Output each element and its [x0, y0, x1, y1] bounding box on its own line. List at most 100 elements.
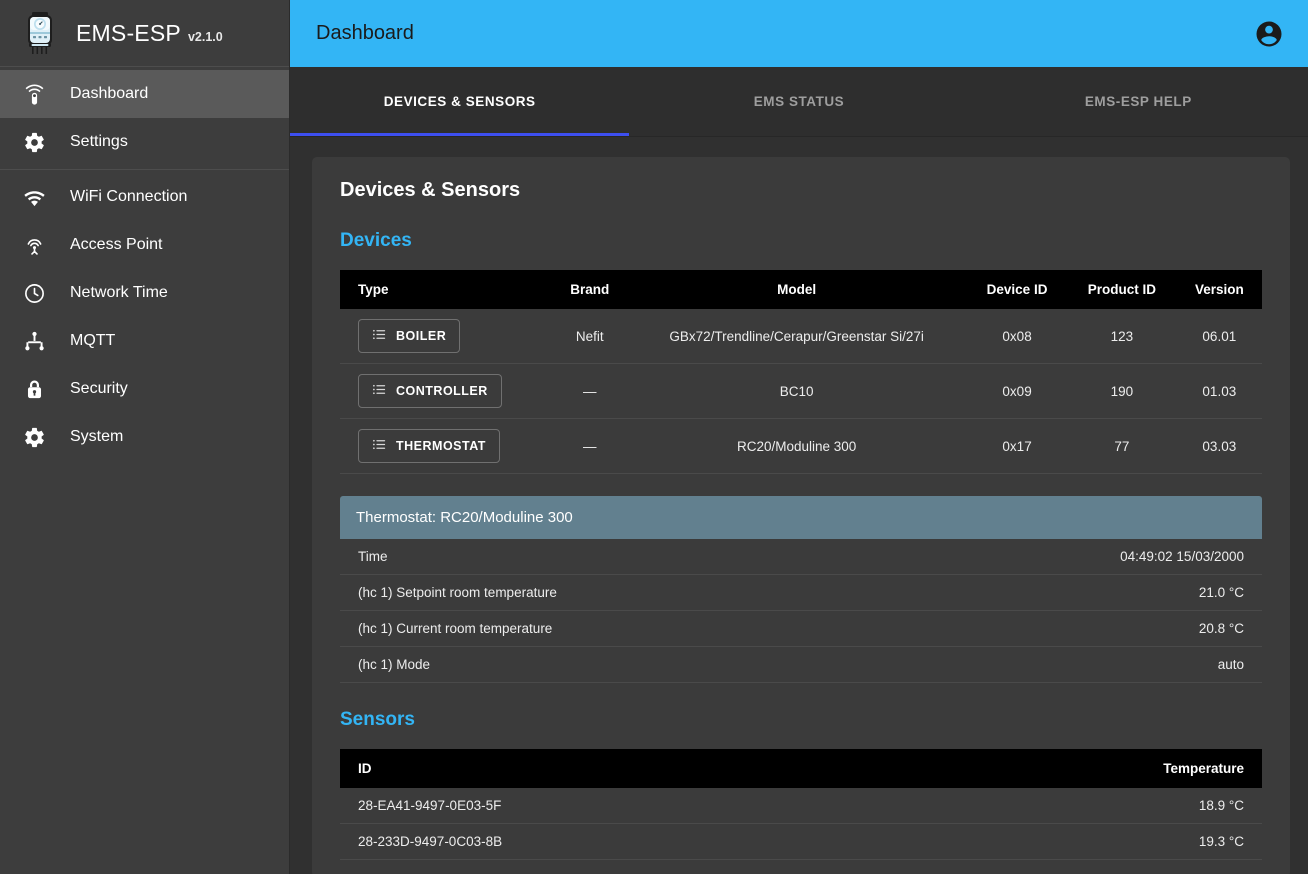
sidebar-item-settings[interactable]: Settings [0, 118, 289, 166]
list-icon [372, 382, 387, 400]
lock-icon [14, 377, 54, 401]
device-product-id-cell: 123 [1067, 309, 1176, 364]
brand-header: EMS-ESP v2.1.0 [0, 0, 289, 67]
column-header-product-id: Product ID [1067, 270, 1176, 309]
content-area: Devices & Sensors Devices Type Brand Mod… [290, 137, 1308, 874]
sidebar-primary-group: Dashboard Settings [0, 67, 289, 169]
sidebar-secondary-group: WiFi Connection Access Point [0, 170, 289, 464]
device-model-cell: RC20/Moduline 300 [626, 419, 967, 474]
gear-icon [14, 130, 54, 154]
devices-section-heading: Devices [340, 230, 1262, 252]
sidebar-item-label: System [70, 428, 123, 446]
sensors-table-header-row: ID Temperature [340, 749, 1262, 788]
device-product-id-cell: 77 [1067, 419, 1176, 474]
device-version-cell: 01.03 [1177, 364, 1262, 419]
sidebar-item-network-time[interactable]: Network Time [0, 269, 289, 317]
tab-ems-esp-help[interactable]: EMS-ESP HELP [969, 67, 1308, 136]
devices-table-header-row: Type Brand Model Device ID Product ID Ve… [340, 270, 1262, 309]
thermostat-row-value: 04:49:02 15/03/2000 [1120, 549, 1244, 564]
device-model-cell: GBx72/Trendline/Cerapur/Greenstar Si/27i [626, 309, 967, 364]
thermostat-row-value: 20.8 °C [1199, 621, 1244, 636]
gear-icon [14, 425, 54, 449]
table-row: 28-EA41-9497-0E03-5F 18.9 °C [340, 788, 1262, 824]
wifi-icon [14, 185, 54, 209]
device-type-cell: CONTROLLER [340, 364, 553, 419]
device-type-label: CONTROLLER [396, 384, 488, 398]
sidebar-item-label: Access Point [70, 236, 162, 254]
device-type-label: BOILER [396, 329, 446, 343]
sidebar-item-label: Settings [70, 133, 128, 151]
devices-sensors-card: Devices & Sensors Devices Type Brand Mod… [312, 157, 1290, 874]
tab-ems-status[interactable]: EMS STATUS [629, 67, 968, 136]
table-row: CONTROLLER — BC10 0x09 190 01.03 [340, 364, 1262, 419]
device-type-button-controller[interactable]: CONTROLLER [358, 374, 502, 408]
sensor-temperature-cell: 18.9 °C [905, 788, 1262, 824]
thermostat-row-value: auto [1218, 657, 1244, 672]
app-bar: Dashboard [290, 0, 1308, 67]
devices-table: Type Brand Model Device ID Product ID Ve… [340, 270, 1262, 474]
device-type-cell: THERMOSTAT [340, 419, 553, 474]
device-brand-cell: Nefit [553, 309, 626, 364]
device-type-button-thermostat[interactable]: THERMOSTAT [358, 429, 500, 463]
table-row: 28-233D-9497-0C03-8B 19.3 °C [340, 824, 1262, 860]
column-header-temperature: Temperature [905, 749, 1262, 788]
device-brand-cell: — [553, 364, 626, 419]
main-area: Dashboard DEVICES & SENSORS EMS STATUS E… [290, 0, 1308, 874]
sidebar-item-mqtt[interactable]: MQTT [0, 317, 289, 365]
sidebar-item-label: WiFi Connection [70, 188, 187, 206]
device-brand-cell: — [553, 419, 626, 474]
card-title: Devices & Sensors [340, 179, 1262, 202]
device-version-cell: 03.03 [1177, 419, 1262, 474]
thermostat-row-value: 21.0 °C [1199, 585, 1244, 600]
sidebar-item-label: Security [70, 380, 128, 398]
sidebar-item-wifi-connection[interactable]: WiFi Connection [0, 173, 289, 221]
boiler-icon [20, 10, 60, 56]
device-type-label: THERMOSTAT [396, 439, 486, 453]
sensor-temperature-cell: 19.3 °C [905, 824, 1262, 860]
brand-name: EMS-ESP [76, 20, 181, 47]
sidebar-item-dashboard[interactable]: Dashboard [0, 70, 289, 118]
device-type-cell: BOILER [340, 309, 553, 364]
device-id-cell: 0x17 [967, 419, 1067, 474]
thermostat-row-label: (hc 1) Setpoint room temperature [358, 585, 557, 600]
list-item: (hc 1) Setpoint room temperature 21.0 °C [340, 575, 1262, 611]
thermostat-panel-header: Thermostat: RC20/Moduline 300 [340, 496, 1262, 539]
sidebar: EMS-ESP v2.1.0 Dashboard [0, 0, 290, 874]
device-product-id-cell: 190 [1067, 364, 1176, 419]
device-version-cell: 06.01 [1177, 309, 1262, 364]
sensors-section-heading: Sensors [340, 709, 1262, 731]
thermostat-panel: Thermostat: RC20/Moduline 300 Time 04:49… [340, 496, 1262, 683]
sensor-id-cell: 28-233D-9497-0C03-8B [340, 824, 905, 860]
sidebar-item-label: MQTT [70, 332, 115, 350]
app-root: EMS-ESP v2.1.0 Dashboard [0, 0, 1308, 874]
sidebar-item-label: Network Time [70, 284, 168, 302]
brand-version: v2.1.0 [188, 30, 223, 44]
column-header-model: Model [626, 270, 967, 309]
tab-bar: DEVICES & SENSORS EMS STATUS EMS-ESP HEL… [290, 67, 1308, 137]
access-point-icon [14, 233, 54, 257]
list-item: (hc 1) Current room temperature 20.8 °C [340, 611, 1262, 647]
device-model-cell: BC10 [626, 364, 967, 419]
sensors-table: ID Temperature 28-EA41-9497-0E03-5F 18.9… [340, 749, 1262, 860]
sensor-id-cell: 28-EA41-9497-0E03-5F [340, 788, 905, 824]
tab-devices-and-sensors[interactable]: DEVICES & SENSORS [290, 67, 629, 136]
column-header-version: Version [1177, 270, 1262, 309]
list-item: Time 04:49:02 15/03/2000 [340, 539, 1262, 575]
device-id-cell: 0x09 [967, 364, 1067, 419]
column-header-device-id: Device ID [967, 270, 1067, 309]
list-icon [372, 327, 387, 345]
device-type-button-boiler[interactable]: BOILER [358, 319, 460, 353]
dashboard-sensor-icon [14, 82, 54, 106]
thermostat-row-label: Time [358, 549, 388, 564]
column-header-sensor-id: ID [340, 749, 905, 788]
sidebar-item-security[interactable]: Security [0, 365, 289, 413]
account-circle-icon[interactable] [1252, 17, 1286, 51]
table-row: BOILER Nefit GBx72/Trendline/Cerapur/Gre… [340, 309, 1262, 364]
sidebar-item-system[interactable]: System [0, 413, 289, 461]
list-item: (hc 1) Mode auto [340, 647, 1262, 683]
sidebar-item-access-point[interactable]: Access Point [0, 221, 289, 269]
table-row: THERMOSTAT — RC20/Moduline 300 0x17 77 0… [340, 419, 1262, 474]
column-header-type: Type [340, 270, 553, 309]
column-header-brand: Brand [553, 270, 626, 309]
device-id-cell: 0x08 [967, 309, 1067, 364]
